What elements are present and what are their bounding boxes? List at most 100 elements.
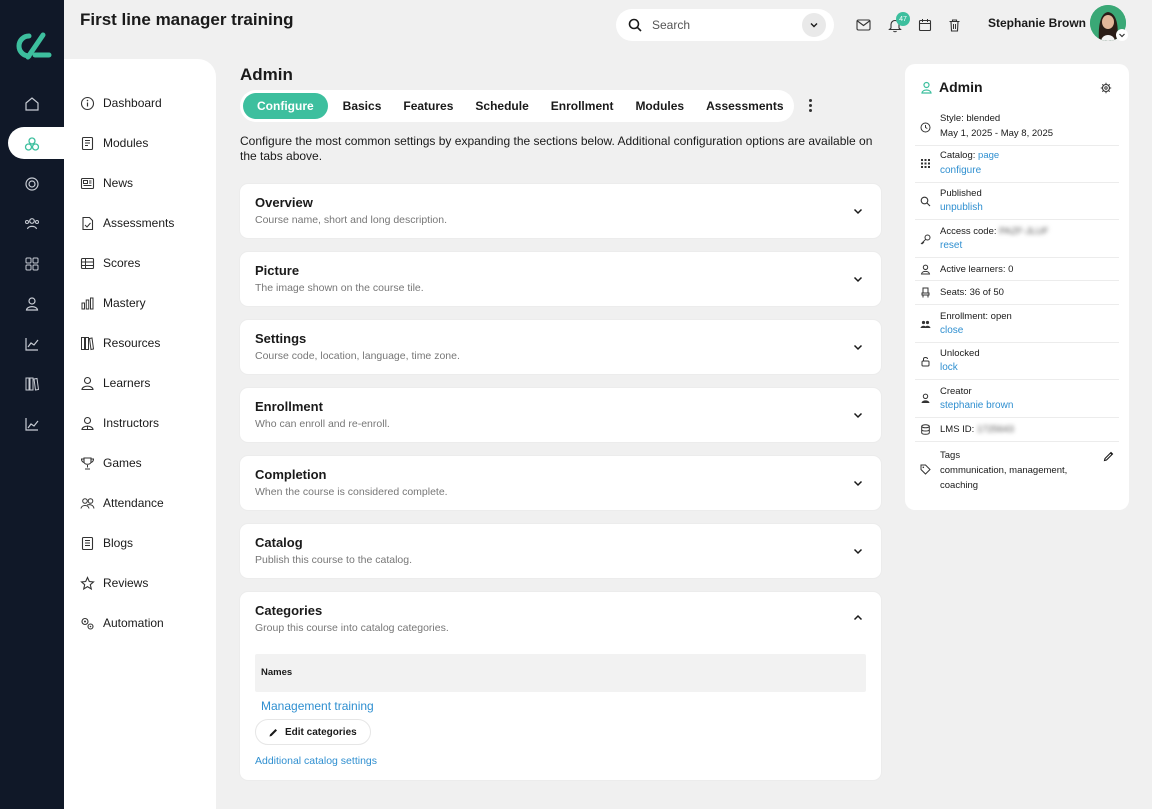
chevron-up-icon[interactable]: [851, 611, 865, 625]
people-icon[interactable]: [20, 212, 44, 236]
more-options-icon[interactable]: [804, 96, 816, 114]
additional-catalog-settings-link[interactable]: Additional catalog settings: [255, 755, 377, 767]
tab-modules[interactable]: Modules: [624, 93, 695, 119]
brand-logo[interactable]: [11, 30, 53, 62]
tab-enrollment[interactable]: Enrollment: [540, 93, 625, 119]
panel-title: Admin: [939, 79, 983, 95]
panel-row-published: Published unpublish: [915, 183, 1119, 220]
tab-configure[interactable]: Configure: [243, 93, 328, 119]
lock-link[interactable]: lock: [940, 362, 958, 373]
home-icon[interactable]: [20, 92, 44, 116]
sidebar-item-label: Modules: [103, 136, 149, 150]
chevron-down-icon[interactable]: [851, 204, 865, 218]
chevron-down-icon: [810, 23, 818, 28]
catalog-configure-link[interactable]: configure: [940, 165, 981, 176]
categories-table-header: Names: [255, 654, 866, 692]
admin-panel: Admin Style: blended May 1, 2025 - May 8…: [905, 64, 1129, 510]
search-icon: [628, 18, 642, 32]
book-icon: [81, 136, 94, 150]
section-subtitle: When the course is considered complete.: [255, 486, 448, 498]
admin-person-icon: [921, 81, 932, 94]
section-settings[interactable]: Settings Course code, location, language…: [240, 320, 881, 374]
edit-categories-label: Edit categories: [285, 726, 357, 738]
modules-icon[interactable]: [20, 132, 44, 156]
section-picture[interactable]: Picture The image shown on the course ti…: [240, 252, 881, 306]
main-heading: Admin: [240, 65, 293, 84]
sidebar-item-label: Dashboard: [103, 96, 162, 110]
table-icon: [80, 257, 95, 269]
unpublish-link[interactable]: unpublish: [940, 202, 983, 213]
grid-icon: [919, 157, 931, 169]
blog-icon: [81, 536, 94, 550]
gears-icon: [81, 617, 94, 630]
catalog-page-link[interactable]: page: [978, 150, 999, 161]
chevron-down-icon[interactable]: [851, 476, 865, 490]
sidebar-item-learners[interactable]: Learners: [80, 372, 150, 394]
sidebar-item-assessments[interactable]: Assessments: [80, 212, 174, 234]
page-title: First line manager training: [80, 10, 294, 29]
creator-link[interactable]: stephanie brown: [940, 400, 1013, 411]
chevron-down-icon[interactable]: [1116, 29, 1128, 41]
sidebar-item-dashboard[interactable]: Dashboard: [80, 92, 162, 114]
sidebar-item-mastery[interactable]: Mastery: [80, 292, 146, 314]
pencil-icon[interactable]: [1103, 450, 1115, 462]
grid-icon[interactable]: [20, 252, 44, 276]
catalog-text: Catalog: page: [940, 150, 999, 161]
sidebar-item-label: Instructors: [103, 416, 160, 430]
calendar-icon[interactable]: [916, 16, 934, 34]
chevron-down-icon[interactable]: [851, 340, 865, 354]
trash-icon[interactable]: [945, 16, 963, 34]
reset-link[interactable]: reset: [940, 240, 962, 251]
sidebar-item-games[interactable]: Games: [80, 452, 142, 474]
panel-row-catalog: Catalog: page configure: [915, 146, 1119, 183]
category-link[interactable]: Management training: [261, 699, 374, 713]
tags-label: Tags: [940, 450, 961, 461]
access-code-value: PAZF-JLUF: [999, 226, 1049, 237]
library-icon[interactable]: [20, 372, 44, 396]
sidebar-item-label: Mastery: [103, 296, 146, 310]
sidebar-item-resources[interactable]: Resources: [80, 332, 160, 354]
sidebar-item-instructors[interactable]: Instructors: [80, 412, 159, 434]
chart-icon[interactable]: [20, 332, 44, 356]
search-input[interactable]: Search: [652, 18, 802, 32]
section-enrollment[interactable]: Enrollment Who can enroll and re-enroll.: [240, 388, 881, 442]
chevron-down-icon[interactable]: [851, 544, 865, 558]
section-title[interactable]: Categories: [255, 603, 322, 618]
access-code-label: Access code:: [940, 226, 997, 237]
group-icon: [919, 318, 931, 330]
panel-row-seats: Seats: 36 of 50: [915, 281, 1119, 305]
sidebar-item-attendance[interactable]: Attendance: [80, 492, 164, 514]
sidebar-item-reviews[interactable]: Reviews: [80, 572, 148, 594]
user-name[interactable]: Stephanie Brown: [988, 16, 1086, 30]
sidebar-item-label: Blogs: [103, 536, 134, 550]
seat-icon: [919, 286, 931, 298]
search-bar[interactable]: Search: [616, 9, 834, 41]
assessment-icon: [82, 216, 94, 230]
tab-schedule[interactable]: Schedule: [464, 93, 539, 119]
edit-categories-button[interactable]: Edit categories: [255, 719, 371, 745]
gear-icon[interactable]: [1100, 82, 1112, 94]
section-catalog[interactable]: Catalog Publish this course to the catal…: [240, 524, 881, 578]
chevron-down-icon[interactable]: [851, 272, 865, 286]
analytics-icon[interactable]: [20, 412, 44, 436]
sidebar-item-blogs[interactable]: Blogs: [80, 532, 133, 554]
section-title: Catalog: [255, 535, 303, 550]
search-dropdown-button[interactable]: [802, 13, 826, 37]
section-overview[interactable]: Overview Course name, short and long des…: [240, 184, 881, 238]
close-enrollment-link[interactable]: close: [940, 325, 963, 336]
sidebar-item-modules[interactable]: Modules: [80, 132, 148, 154]
sidebar-item-scores[interactable]: Scores: [80, 252, 140, 274]
sidebar-item-automation[interactable]: Automation: [80, 612, 164, 634]
tab-assessments[interactable]: Assessments: [695, 93, 794, 119]
mail-icon[interactable]: [854, 16, 872, 34]
target-icon[interactable]: [20, 172, 44, 196]
chevron-down-icon[interactable]: [851, 408, 865, 422]
sidebar-item-label: Automation: [103, 616, 164, 630]
tab-basics[interactable]: Basics: [332, 93, 393, 119]
creator-icon: [919, 392, 931, 404]
sidebar-item-news[interactable]: News: [80, 172, 133, 194]
sidebar-item-label: Scores: [103, 256, 141, 270]
person-icon[interactable]: [20, 292, 44, 316]
section-completion[interactable]: Completion When the course is considered…: [240, 456, 881, 510]
tab-features[interactable]: Features: [392, 93, 464, 119]
